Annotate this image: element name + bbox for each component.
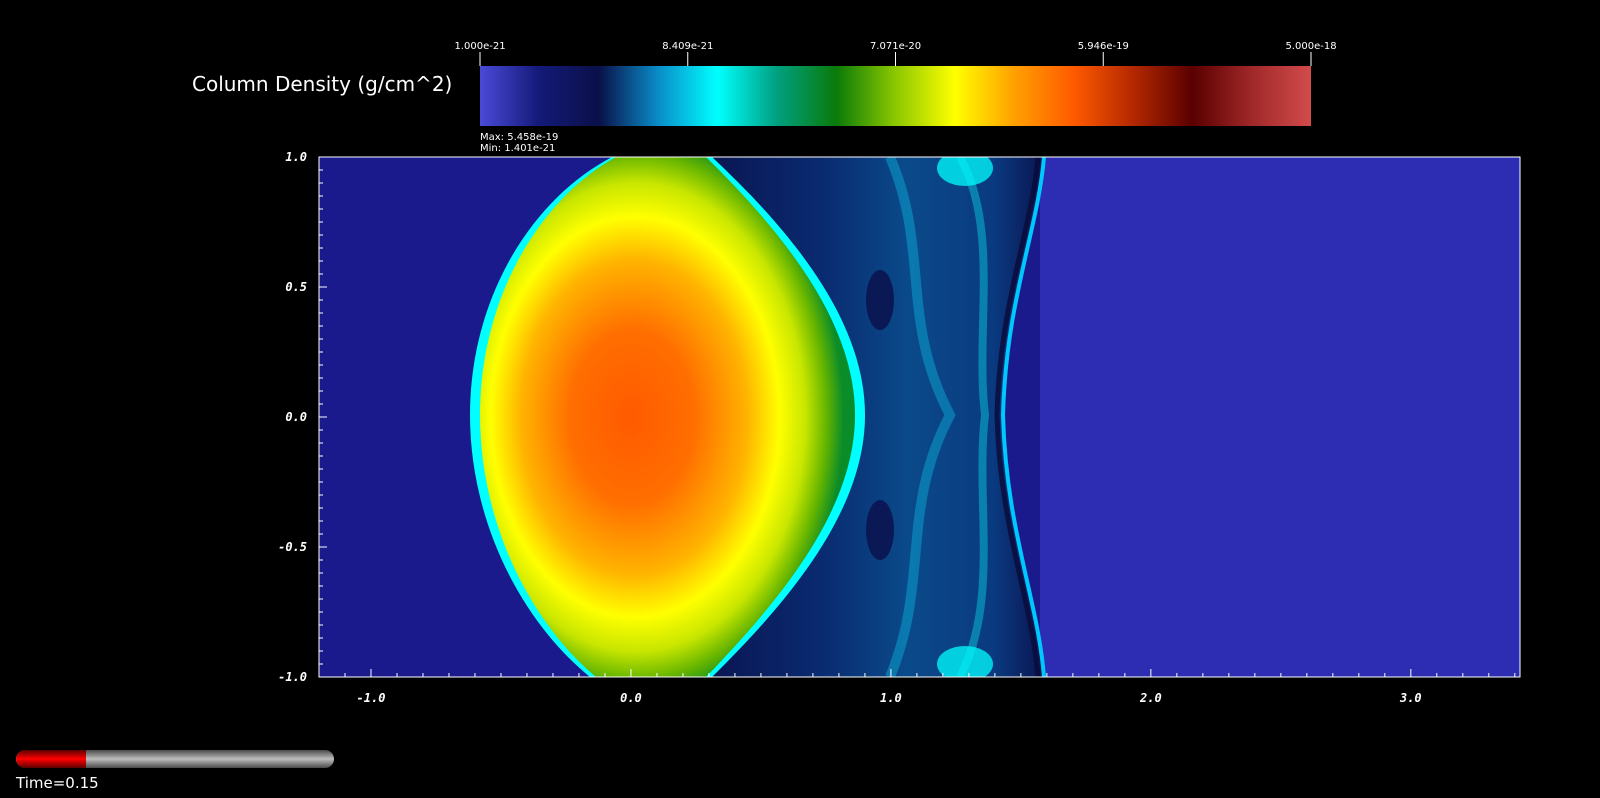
colorbar-tick-label: 7.071e-20 [870, 41, 921, 52]
y-axis-tick-label: 0.5 [285, 280, 307, 294]
colorbar-tick-label: 5.000e-18 [1285, 41, 1336, 52]
colorbar-tick-label: 8.409e-21 [662, 41, 713, 52]
colorbar: Column Density (g/cm^2) 1.000e-21 8.409e-… [192, 41, 1337, 154]
colorbar-title: Column Density (g/cm^2) [192, 72, 452, 96]
time-progress-fill [16, 750, 86, 768]
y-axis-tick-label: 1.0 [285, 150, 307, 164]
wake-knot [866, 500, 894, 560]
colorbar-tick-label: 1.000e-21 [454, 41, 505, 52]
y-axis-tick-label: 0.0 [285, 410, 307, 424]
colorbar-ticks: 1.000e-21 8.409e-21 7.071e-20 5.946e-19 5.00… [454, 41, 1337, 66]
y-axis-tick-label: -1.0 [278, 670, 307, 684]
x-axis-tick-label: 2.0 [1139, 691, 1162, 705]
time-progress-bar[interactable] [16, 750, 334, 768]
density-field [319, 157, 1520, 677]
wake-knot [866, 270, 894, 330]
visualization-canvas: Column Density (g/cm^2) 1.000e-21 8.409e-… [192, 41, 1521, 705]
colorbar-bar [480, 66, 1311, 126]
colorbar-min-label: Min: 1.401e-21 [480, 143, 555, 154]
ambient-region [1040, 157, 1520, 677]
x-axis-tick-label: 0.0 [620, 691, 642, 705]
time-label: Time=0.15 [16, 774, 99, 792]
x-axis-tick-label: 1.0 [880, 691, 902, 705]
wake-knot [937, 157, 993, 186]
x-axis-tick-label: 3.0 [1399, 691, 1422, 705]
y-axis-tick-label: -0.5 [278, 540, 307, 554]
colorbar-tick-label: 5.946e-19 [1078, 41, 1129, 52]
colorbar-max-label: Max: 5.458e-19 [480, 132, 558, 143]
x-axis-tick-label: -1.0 [357, 691, 386, 705]
